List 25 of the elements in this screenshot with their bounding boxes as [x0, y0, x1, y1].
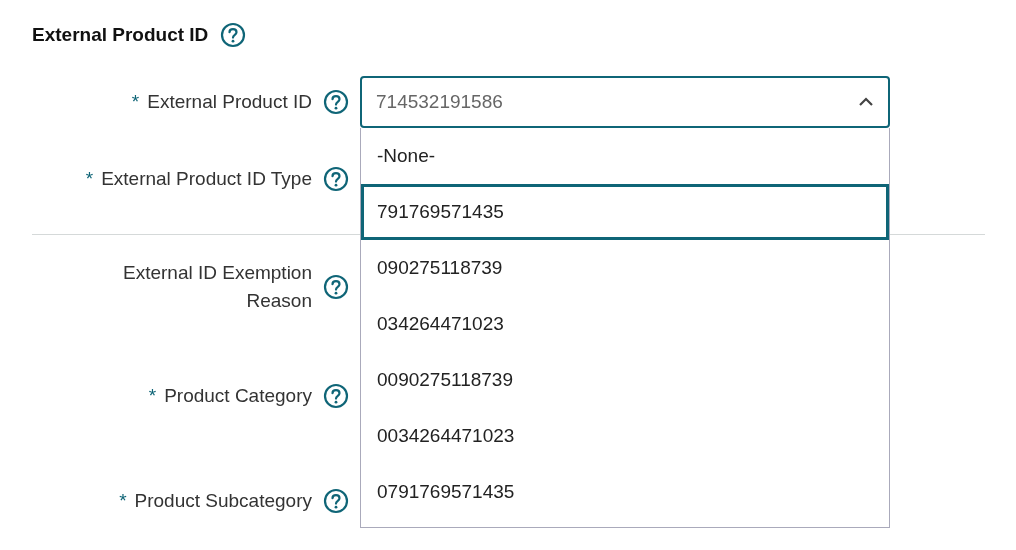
- required-marker: *: [119, 490, 127, 512]
- help-icon[interactable]: [323, 488, 349, 514]
- field-label: Product Subcategory: [134, 489, 312, 513]
- dropdown-option[interactable]: 090275118739: [361, 240, 889, 296]
- dropdown-option[interactable]: 0090275118739: [361, 352, 889, 408]
- section-title: External Product ID: [32, 24, 209, 46]
- help-icon[interactable]: [323, 166, 349, 192]
- help-icon[interactable]: [220, 22, 247, 48]
- chevron-icon: [858, 97, 874, 107]
- help-icon[interactable]: [323, 383, 349, 409]
- field-label: External Product ID: [147, 90, 312, 114]
- help-icon[interactable]: [323, 274, 349, 300]
- field-label: Product Category: [164, 384, 312, 408]
- field-label: External Product ID Type: [101, 167, 312, 191]
- dropdown-option[interactable]: 791769571435: [361, 184, 889, 240]
- help-icon[interactable]: [323, 89, 349, 115]
- dropdown-option[interactable]: -None-: [361, 128, 889, 184]
- dropdown-option[interactable]: 0791769571435: [361, 464, 889, 520]
- required-marker: *: [85, 168, 94, 190]
- dropdown-value: 714532191586: [376, 91, 503, 113]
- field-label: External ID Exemption Reason: [121, 261, 312, 313]
- required-marker: *: [131, 91, 140, 113]
- dropdown-option[interactable]: 034264471023: [361, 296, 889, 352]
- dropdown-option[interactable]: 0034264471023: [361, 408, 889, 464]
- required-marker: *: [148, 385, 157, 407]
